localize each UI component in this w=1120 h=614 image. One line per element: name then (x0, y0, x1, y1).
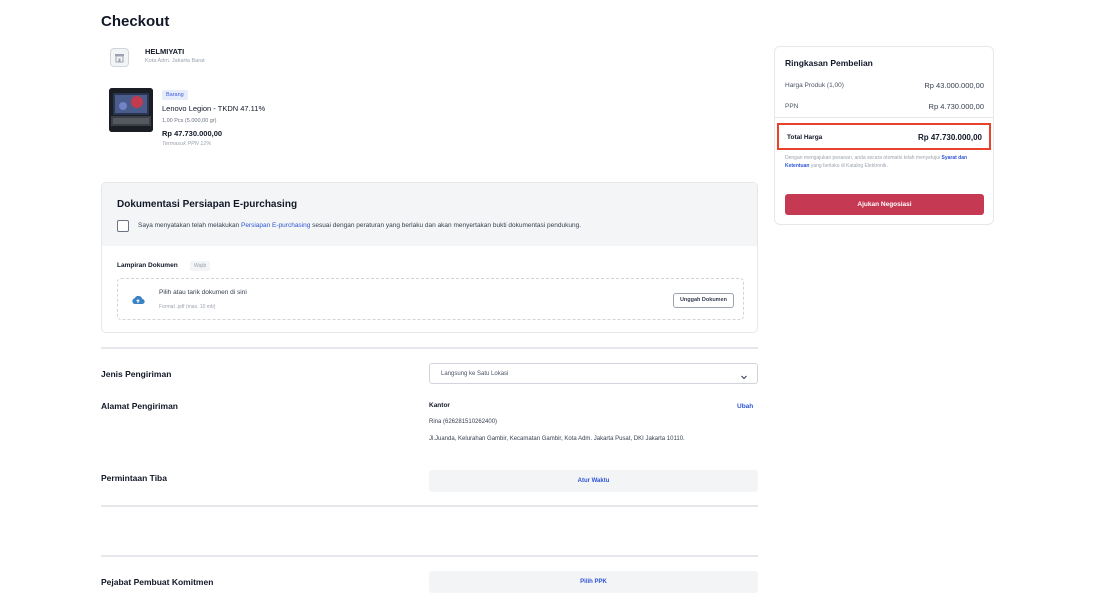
statement-text-end: sesuai dengan peraturan yang berlaku dan… (310, 222, 582, 229)
attachment-label: Lampiran Dokumen (117, 262, 178, 269)
summary-product-value: Rp 43.000.000,00 (924, 81, 984, 90)
submit-negotiation-button[interactable]: Ajukan Negosiasi (785, 194, 984, 215)
documentation-header: Dokumentasi Persiapan E-purchasing Saya … (102, 183, 757, 246)
set-time-button[interactable]: Atur Waktu (429, 470, 758, 492)
summary-tax-value: Rp 4.730.000,00 (928, 102, 984, 111)
seller-location: Kota Adm. Jakarta Barat (145, 58, 205, 64)
product-price: Rp 47.730.000,00 (162, 129, 223, 138)
store-icon (110, 48, 129, 67)
shipping-address-label: Alamat Pengiriman (101, 401, 178, 411)
documentation-title: Dokumentasi Persiapan E-purchasing (117, 199, 298, 210)
seller-name[interactable]: HELMIYATI (145, 47, 184, 56)
product-image (109, 88, 153, 132)
statement-text: Saya menyatakan telah melakukan Persiapa… (138, 222, 581, 229)
choose-ppk-button[interactable]: Pilih PPK (429, 571, 758, 593)
product-quantity: 1,00 Pcs (5.000,00 gr) (162, 118, 217, 124)
upload-document-button[interactable]: Unggah Dokumen (672, 293, 734, 308)
summary-title: Ringkasan Pembelian (785, 58, 873, 68)
dropzone-text: Pilih atau tarik dokumen di sini (159, 289, 247, 296)
recipient-name: Rina (626281510262400) (429, 419, 498, 425)
statement-text-start: Saya menyatakan telah melakukan (138, 222, 241, 229)
document-dropzone[interactable]: Pilih atau tarik dokumen di sini Format … (117, 278, 744, 320)
total-price-value: Rp 47.730.000,00 (917, 133, 982, 142)
arrival-request-label: Permintaan Tiba (101, 473, 167, 483)
total-price-row: Total Harga Rp 47.730.000,00 (777, 123, 991, 150)
total-price-label: Total Harga (787, 134, 823, 141)
summary-tax-row: PPN Rp 4.730.000,00 (785, 102, 984, 111)
cloud-upload-icon (131, 293, 145, 311)
commitment-officer-label: Pejabat Pembuat Komitmen (101, 577, 214, 587)
address-title: Kantor (429, 402, 450, 409)
chevron-down-icon (740, 369, 748, 387)
product-name[interactable]: Lenovo Legion - TKDN 47.11% (162, 104, 265, 113)
summary-tax-label: PPN (785, 103, 799, 110)
summary-product-label: Harga Produk (1,00) (785, 82, 844, 89)
shipping-type-select[interactable]: Langsung ke Satu Lokasi (429, 363, 758, 384)
statement-checkbox[interactable] (117, 220, 129, 232)
shipping-type-label: Jenis Pengiriman (101, 369, 172, 379)
terms-note: Dengan mengajukan pesanan, anda secara o… (785, 154, 985, 170)
product-type-badge: Barang (162, 90, 188, 100)
statement-link[interactable]: Persiapan E-purchasing (241, 222, 310, 229)
section-divider (101, 347, 758, 349)
summary-product-row: Harga Produk (1,00) Rp 43.000.000,00 (785, 81, 984, 90)
required-badge: Wajib (190, 261, 211, 271)
terms-note-end: yang berlaku di Katalog Elektronik. (809, 163, 888, 169)
documentation-card: Dokumentasi Persiapan E-purchasing Saya … (101, 182, 758, 333)
section-divider (101, 505, 758, 507)
shipping-type-value: Langsung ke Satu Lokasi (441, 371, 509, 377)
section-divider (101, 555, 758, 557)
product-tax-note: Termasuk PPN 12% (162, 141, 212, 147)
dropzone-format-hint: Format .pdf (max. 10 mb) (159, 304, 216, 310)
edit-address-link[interactable]: Ubah (737, 403, 753, 410)
address-text: Jl.Juanda, Kelurahan Gambir, Kecamatan G… (429, 436, 685, 442)
purchase-summary-card: Ringkasan Pembelian Harga Produk (1,00) … (774, 46, 994, 225)
page-title: Checkout (101, 13, 170, 30)
summary-divider (775, 117, 993, 118)
terms-note-start: Dengan mengajukan pesanan, anda secara o… (785, 155, 942, 161)
